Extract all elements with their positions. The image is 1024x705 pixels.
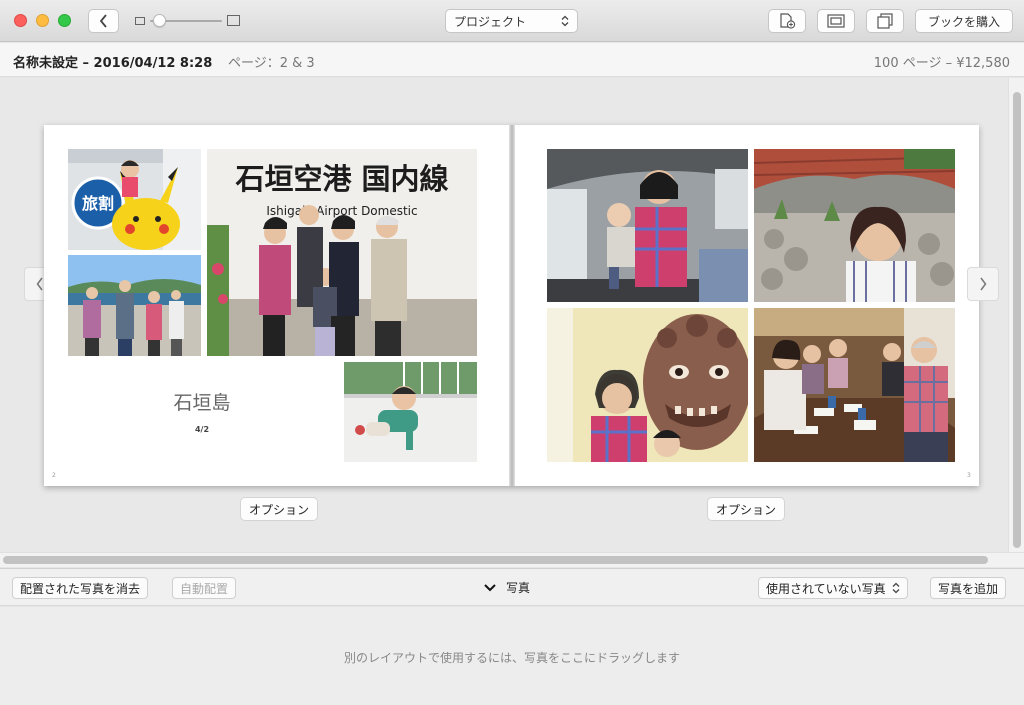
photos-tray-toggle[interactable]: 写真 — [484, 579, 530, 596]
photo-baby-crawling[interactable] — [344, 362, 477, 462]
chevron-left-icon — [36, 277, 43, 291]
photo-woman-stone-wall[interactable] — [754, 149, 955, 302]
horizontal-scrollbar[interactable] — [0, 552, 1024, 567]
autofill-button[interactable]: 自動配置 — [172, 577, 237, 599]
left-page-number: 2 — [52, 472, 56, 479]
up-down-chevron-icon — [561, 15, 569, 27]
add-page-button[interactable] — [768, 9, 806, 33]
page-indicator: ページ：2 & 3 — [228, 56, 315, 71]
photo-mother-baby-train[interactable] — [547, 149, 748, 302]
add-page-icon — [780, 13, 796, 29]
right-page-number: 3 — [967, 472, 971, 479]
vertical-scroll-thumb[interactable] — [1013, 92, 1021, 548]
close-window-button[interactable] — [14, 14, 27, 27]
left-page-options-button[interactable]: オプション — [240, 497, 319, 521]
photo-family-harbor[interactable] — [68, 255, 201, 356]
photo-pikachu-sign[interactable]: 旅割 — [68, 149, 201, 250]
photo-filter-label: 使用されていない写真 — [766, 581, 886, 596]
info-bar: 名称未設定 – 2016/04/12 8:28 ページ：2 & 3 100 ペー… — [0, 43, 1024, 77]
next-page-button[interactable] — [967, 267, 999, 301]
large-photo-icon — [227, 15, 240, 26]
photo-airport-group[interactable]: 石垣空港 国内線 Ishigaki Airport Domestic — [207, 149, 477, 356]
minimize-window-button[interactable] — [36, 14, 49, 27]
page-spread: 旅割 石垣空港 国内線 Ishigaki Airport Domestic 石垣… — [44, 125, 979, 486]
vertical-scrollbar[interactable] — [1008, 78, 1024, 552]
photos-tray-label: 写真 — [506, 581, 531, 595]
project-select-label: プロジェクト — [454, 14, 527, 29]
layout-button[interactable] — [817, 9, 855, 33]
right-page-options-button[interactable]: オプション — [707, 497, 786, 521]
background-icon — [877, 13, 893, 29]
page-gutter — [509, 125, 515, 486]
photo-tray-drop-area[interactable]: 別のレイアウトで使用するには、写真をここにドラッグします — [0, 607, 1024, 705]
price-indicator: 100 ページ – ¥12,580 — [873, 56, 1010, 71]
sign-text: 旅割 — [82, 194, 114, 213]
photo-restaurant-dinner[interactable] — [754, 308, 955, 462]
chevron-down-icon — [484, 583, 496, 591]
photo-filter-select[interactable]: 使用されていない写真 — [758, 577, 908, 599]
clear-placed-photos-button[interactable]: 配置された写真を消去 — [12, 577, 149, 599]
chevron-right-icon — [980, 277, 987, 291]
background-button[interactable] — [866, 9, 904, 33]
title-bar: プロジェクト ブックを購入 — [0, 0, 1024, 42]
document-title: 名称未設定 – 2016/04/12 8:28 — [13, 56, 213, 71]
project-select[interactable]: プロジェクト — [445, 9, 578, 33]
zoom-slider[interactable] — [135, 14, 240, 28]
page-subcaption[interactable]: 4/2 — [170, 425, 234, 434]
photo-tray-bar: 配置された写真を消去 自動配置 写真 使用されていない写真 写真を追加 — [0, 568, 1024, 606]
small-photo-icon — [135, 17, 145, 25]
page-caption[interactable]: 石垣島 — [170, 388, 234, 415]
photo-shisa-statue[interactable] — [547, 308, 748, 462]
zoom-window-button[interactable] — [58, 14, 71, 27]
back-button[interactable] — [88, 9, 119, 33]
layout-icon — [827, 14, 845, 28]
book-canvas: 旅割 石垣空港 国内線 Ishigaki Airport Domestic 石垣… — [0, 78, 1008, 552]
up-down-chevron-icon — [892, 582, 900, 594]
drop-hint: 別のレイアウトで使用するには、写真をここにドラッグします — [343, 651, 680, 665]
horizontal-scroll-thumb[interactable] — [3, 556, 988, 564]
slider-knob[interactable] — [153, 14, 166, 27]
airport-sign-text: 石垣空港 国内線 — [234, 162, 448, 196]
add-photos-button[interactable]: 写真を追加 — [930, 577, 1007, 599]
buy-book-button[interactable]: ブックを購入 — [915, 9, 1013, 33]
chevron-left-icon — [99, 14, 107, 28]
